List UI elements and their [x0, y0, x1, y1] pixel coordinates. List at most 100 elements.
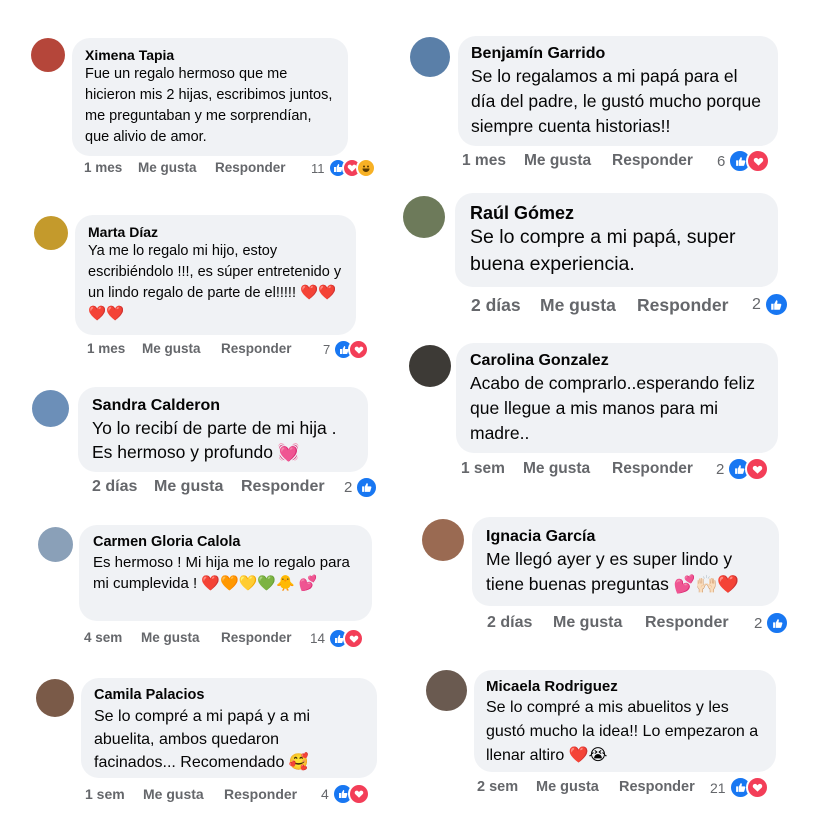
comment-bubble: Carolina Gonzalez Acabo de comprarlo..es…: [456, 343, 778, 453]
like-button[interactable]: Me gusta: [553, 614, 645, 632]
avatar[interactable]: [410, 37, 450, 77]
comment-author[interactable]: Raúl Gómez: [470, 202, 763, 224]
like-button[interactable]: Me gusta: [143, 786, 224, 802]
heart-icon: [343, 628, 365, 649]
heart-icon: [745, 776, 769, 799]
comment-author[interactable]: Benjamín Garrido: [471, 44, 765, 64]
reply-button[interactable]: Responder: [224, 786, 297, 802]
comment-text: Es hermoso ! Mi hija me lo regalo para m…: [93, 554, 350, 592]
reaction-count: 2: [344, 479, 353, 496]
reaction-count: 11: [311, 160, 325, 176]
reaction-summary[interactable]: 2: [752, 292, 789, 317]
comment-text: Se lo regalamos a mi papá para el día de…: [471, 66, 761, 136]
avatar[interactable]: [409, 345, 451, 387]
comment-author[interactable]: Ximena Tapia: [85, 46, 335, 64]
comment-text: Se lo compre a mi papá, super buena expe…: [470, 226, 736, 275]
comment-time[interactable]: 1 sem: [85, 786, 143, 802]
like-button[interactable]: Me gusta: [154, 478, 241, 496]
reaction-count: 6: [717, 152, 726, 170]
reply-button[interactable]: Responder: [221, 341, 292, 356]
like-button[interactable]: Me gusta: [523, 460, 612, 478]
comment-time[interactable]: 2 días: [92, 478, 154, 496]
reply-button[interactable]: Responder: [645, 614, 729, 632]
reaction-count: 2: [752, 295, 761, 313]
reaction-count: 21: [710, 779, 726, 796]
comment-actions: 1 mes Me gusta Responder: [87, 341, 292, 356]
comment-time[interactable]: 1 sem: [461, 460, 523, 478]
comment-bubble: Raúl Gómez Se lo compre a mi papá, super…: [455, 193, 778, 287]
comment-text: Se lo compré a mis abuelitos y les gustó…: [486, 699, 759, 764]
comment-actions: 1 mes Me gusta Responder: [462, 152, 693, 170]
comment-time[interactable]: 1 mes: [462, 152, 524, 170]
reply-button[interactable]: Responder: [221, 630, 292, 645]
comment-bubble: Micaela Rodriguez Se lo compré a mis abu…: [474, 670, 776, 772]
comment-bubble: Sandra Calderon Yo lo recibí de parte de…: [78, 387, 368, 472]
comment-text: Yo lo recibí de parte de mi hija . Es he…: [92, 418, 337, 462]
comment-author[interactable]: Carmen Gloria Calola: [93, 533, 358, 552]
reaction-summary[interactable]: 21: [710, 776, 769, 799]
avatar[interactable]: [422, 519, 464, 561]
comment-bubble: Ximena Tapia Fue un regalo hermoso que m…: [72, 38, 348, 156]
like-icon: [763, 292, 789, 317]
reaction-summary[interactable]: 4: [321, 783, 370, 805]
comment-time[interactable]: 2 días: [487, 614, 553, 632]
avatar[interactable]: [34, 216, 68, 250]
comment-text: Acabo de comprarlo..esperando feliz que …: [470, 373, 756, 443]
like-button[interactable]: Me gusta: [540, 295, 637, 316]
haha-icon: [355, 158, 376, 178]
reply-button[interactable]: Responder: [241, 478, 325, 496]
reaction-summary[interactable]: 7: [323, 339, 370, 360]
comment-time[interactable]: 2 sem: [477, 779, 536, 795]
like-button[interactable]: Me gusta: [141, 630, 221, 645]
comment-author[interactable]: Camila Palacios: [94, 686, 364, 705]
comment-author[interactable]: Marta Díaz: [88, 223, 343, 241]
reaction-summary[interactable]: 11: [311, 158, 376, 178]
reaction-count: 14: [310, 631, 326, 646]
like-button[interactable]: Me gusta: [536, 779, 619, 795]
comment-author[interactable]: Ignacia García: [486, 526, 765, 547]
like-icon: [765, 611, 790, 635]
comment-text: Me llegó ayer y es super lindo y tiene b…: [486, 549, 740, 594]
avatar[interactable]: [32, 390, 69, 427]
reaction-summary[interactable]: 2: [716, 457, 770, 481]
comment-time[interactable]: 4 sem: [84, 630, 141, 645]
comment-text: Se lo compré a mi papá y a mi abuelita, …: [94, 708, 311, 771]
comment-bubble: Marta Díaz Ya me lo regalo mi hijo, esto…: [75, 215, 356, 335]
comment-author[interactable]: Micaela Rodriguez: [486, 677, 764, 696]
avatar[interactable]: [426, 670, 467, 711]
avatar[interactable]: [31, 38, 65, 72]
comment-actions: 2 sem Me gusta Responder: [477, 779, 695, 795]
comment-time[interactable]: 1 mes: [87, 341, 142, 356]
reply-button[interactable]: Responder: [637, 295, 728, 316]
like-button[interactable]: Me gusta: [524, 152, 612, 170]
avatar[interactable]: [36, 679, 74, 717]
comment-time[interactable]: 1 mes: [84, 160, 138, 175]
comment-actions: 1 mes Me gusta Responder: [84, 160, 286, 175]
reply-button[interactable]: Responder: [215, 160, 286, 175]
comment-time[interactable]: 2 días: [471, 295, 540, 316]
comment-actions: 2 días Me gusta Responder: [92, 478, 325, 496]
reaction-count: 7: [323, 342, 331, 357]
reply-button[interactable]: Responder: [612, 460, 693, 478]
comment-actions: 1 sem Me gusta Responder: [461, 460, 693, 478]
comment-author[interactable]: Sandra Calderon: [92, 396, 354, 416]
reaction-summary[interactable]: 2: [344, 476, 379, 499]
reaction-summary[interactable]: 14: [310, 628, 365, 649]
reply-button[interactable]: Responder: [612, 152, 693, 170]
like-icon: [355, 476, 379, 499]
reaction-summary[interactable]: 2: [754, 611, 790, 635]
comment-text: Ya me lo regalo mi hijo, estoy escribién…: [88, 243, 342, 322]
comment-bubble: Carmen Gloria Calola Es hermoso ! Mi hij…: [79, 525, 372, 621]
like-button[interactable]: Me gusta: [142, 341, 221, 356]
comment-actions: 4 sem Me gusta Responder: [84, 630, 292, 645]
reply-button[interactable]: Responder: [619, 779, 695, 795]
avatar[interactable]: [38, 527, 73, 562]
reaction-count: 4: [321, 786, 329, 802]
comment-actions: 2 días Me gusta Responder: [471, 295, 728, 316]
heart-icon: [348, 339, 370, 360]
reaction-summary[interactable]: 6: [717, 149, 771, 173]
like-button[interactable]: Me gusta: [138, 160, 215, 175]
comment-author[interactable]: Carolina Gonzalez: [470, 351, 764, 371]
avatar[interactable]: [403, 196, 445, 238]
comment-bubble: Benjamín Garrido Se lo regalamos a mi pa…: [458, 36, 778, 146]
